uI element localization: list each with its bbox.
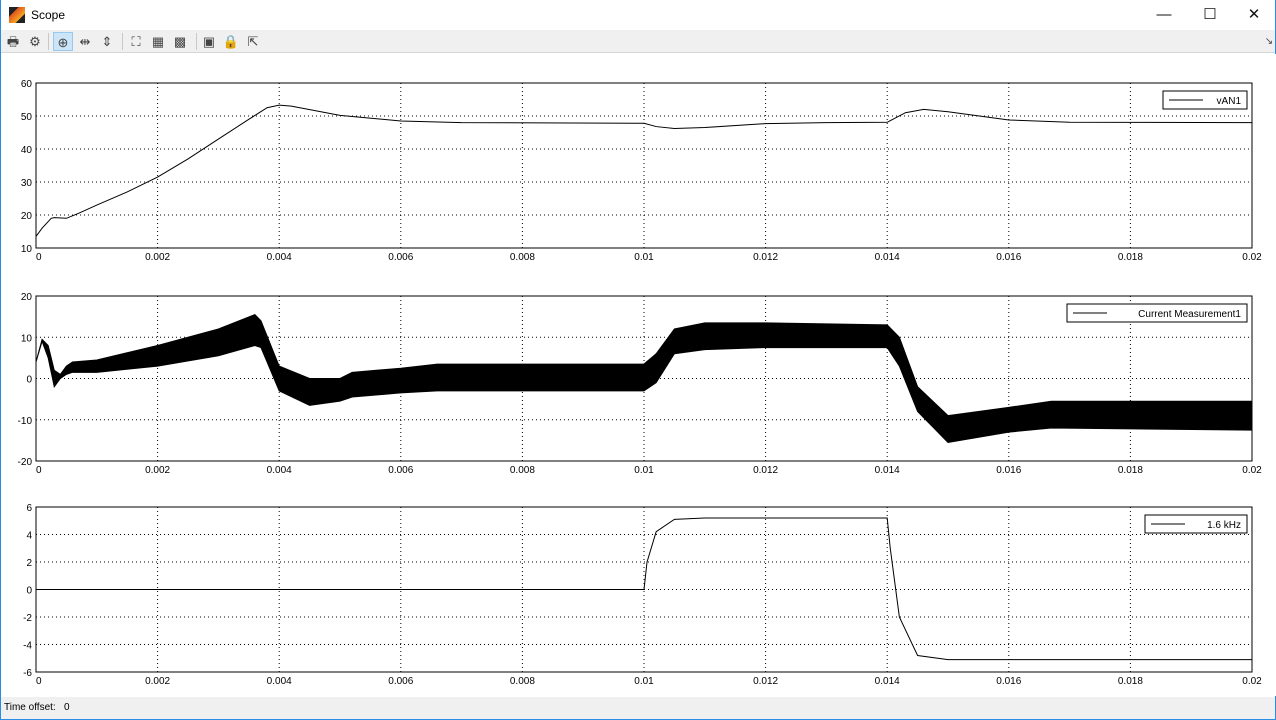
x-tick-label: 0.018 [1118, 252, 1143, 263]
x-tick-label: 0.004 [267, 676, 292, 687]
y-tick-label: 50 [21, 112, 33, 123]
x-tick-label: 0 [36, 676, 42, 687]
lock-icon[interactable]: 🔒 [221, 32, 241, 51]
y-tick-label: 60 [21, 79, 33, 90]
signal-selector-icon[interactable]: ⇱ [243, 32, 263, 51]
matlab-icon [9, 7, 25, 23]
x-tick-label: 0.008 [510, 676, 535, 687]
x-tick-label: 0.016 [996, 465, 1021, 476]
x-tick-label: 0.018 [1118, 676, 1143, 687]
x-tick-label: 0.004 [267, 252, 292, 263]
x-tick-label: 0.016 [996, 676, 1021, 687]
restore-axes-icon[interactable]: ▩ [170, 32, 190, 51]
x-tick-label: 0.012 [753, 252, 778, 263]
x-tick-label: 0.002 [145, 676, 170, 687]
window-title: Scope [31, 8, 66, 22]
axes-1: 0 0.002 0.004 0.006 0.008 0.01 0.012 0.014 0.016… [21, 79, 1262, 263]
status-bar: Time offset: 0 [1, 697, 1275, 719]
x-tick-label: 0.014 [875, 676, 900, 687]
legend: Current Measurement1 [1066, 303, 1248, 323]
x-tick-label: 0.006 [388, 465, 413, 476]
dock-arrow-icon[interactable]: ↘ [1259, 32, 1276, 51]
x-tick-label: 0.02 [1242, 465, 1262, 476]
x-tick-label: 0.018 [1118, 465, 1143, 476]
maximize-button[interactable]: ☐ [1187, 0, 1233, 30]
y-tick-label: -20 [18, 457, 33, 468]
x-tick-label: 0.006 [388, 252, 413, 263]
y-tick-label: -2 [23, 613, 32, 624]
axes-2: 0 0.002 0.004 0.006 0.008 0.01 0.012 0.014 0.016… [18, 292, 1263, 476]
x-tick-label: 0.002 [145, 465, 170, 476]
x-tick-label: 0.008 [510, 252, 535, 263]
legend: vAN1 [1162, 90, 1248, 110]
y-tick-label: 20 [21, 292, 33, 303]
y-tick-label: 2 [26, 558, 32, 569]
minimize-button[interactable]: — [1141, 0, 1187, 30]
x-tick-label: 0 [36, 252, 42, 263]
legend: 1.6 kHz [1144, 514, 1248, 534]
x-tick-label: 0.01 [634, 465, 654, 476]
x-tick-label: 0.02 [1242, 252, 1262, 263]
x-tick-label: 0.002 [145, 252, 170, 263]
y-tick-label: 20 [21, 211, 33, 222]
print-icon[interactable]: 🖶 [3, 32, 23, 51]
scope-plots: 0 0.002 0.004 0.006 0.008 0.01 0.012 0.014 0.016… [18, 79, 1263, 687]
x-tick-label: 0.012 [753, 465, 778, 476]
y-tick-label: 6 [26, 503, 32, 514]
x-tick-label: 0.008 [510, 465, 535, 476]
y-tick-label: -6 [23, 668, 32, 679]
toolbar: ↘ 🖶 ⚙ ⊕ ⇹ ⇕ ⛶ ▦ ▩ ▣ 🔒 ⇱ [1, 30, 1275, 53]
legend-label: 1.6 kHz [1207, 520, 1241, 531]
axes-3: 0 0.002 0.004 0.006 0.008 0.01 0.012 0.014 0.016… [23, 503, 1262, 687]
x-tick-label: 0 [36, 465, 42, 476]
title-bar: Scope — ☐ ✕ [1, 0, 1275, 30]
save-axes-icon[interactable]: ▦ [148, 32, 168, 51]
x-tick-label: 0.014 [875, 252, 900, 263]
zoom-in-icon[interactable]: ⊕ [53, 32, 73, 51]
y-tick-label: 40 [21, 145, 33, 156]
y-tick-label: -4 [23, 641, 32, 652]
x-tick-label: 0.012 [753, 676, 778, 687]
y-tick-label: 4 [26, 531, 32, 542]
y-tick-label: 30 [21, 178, 33, 189]
settings-icon[interactable]: ⚙ [25, 32, 45, 51]
close-button[interactable]: ✕ [1231, 0, 1276, 30]
x-tick-label: 0.016 [996, 252, 1021, 263]
y-tick-label: 10 [21, 333, 33, 344]
y-tick-label: 0 [26, 586, 32, 597]
y-tick-label: -10 [18, 416, 33, 427]
time-offset-label: Time offset: [4, 702, 56, 713]
x-tick-label: 0.01 [634, 252, 654, 263]
x-tick-label: 0.01 [634, 676, 654, 687]
x-tick-label: 0.004 [267, 465, 292, 476]
floating-scope-icon[interactable]: ▣ [199, 32, 219, 51]
plot-area: 0 0.002 0.004 0.006 0.008 0.01 0.012 0.014 0.016… [1, 54, 1276, 696]
legend-label: Current Measurement1 [1138, 309, 1241, 320]
x-tick-label: 0.02 [1242, 676, 1262, 687]
zoom-y-icon[interactable]: ⇕ [97, 32, 117, 51]
x-tick-label: 0.006 [388, 676, 413, 687]
x-tick-label: 0.014 [875, 465, 900, 476]
legend-label: vAN1 [1217, 96, 1242, 107]
y-tick-label: 10 [21, 244, 33, 255]
time-offset-value: 0 [64, 702, 70, 713]
autoscale-icon[interactable]: ⛶ [126, 32, 146, 51]
y-tick-label: 0 [26, 375, 32, 386]
zoom-x-icon[interactable]: ⇹ [75, 32, 95, 51]
